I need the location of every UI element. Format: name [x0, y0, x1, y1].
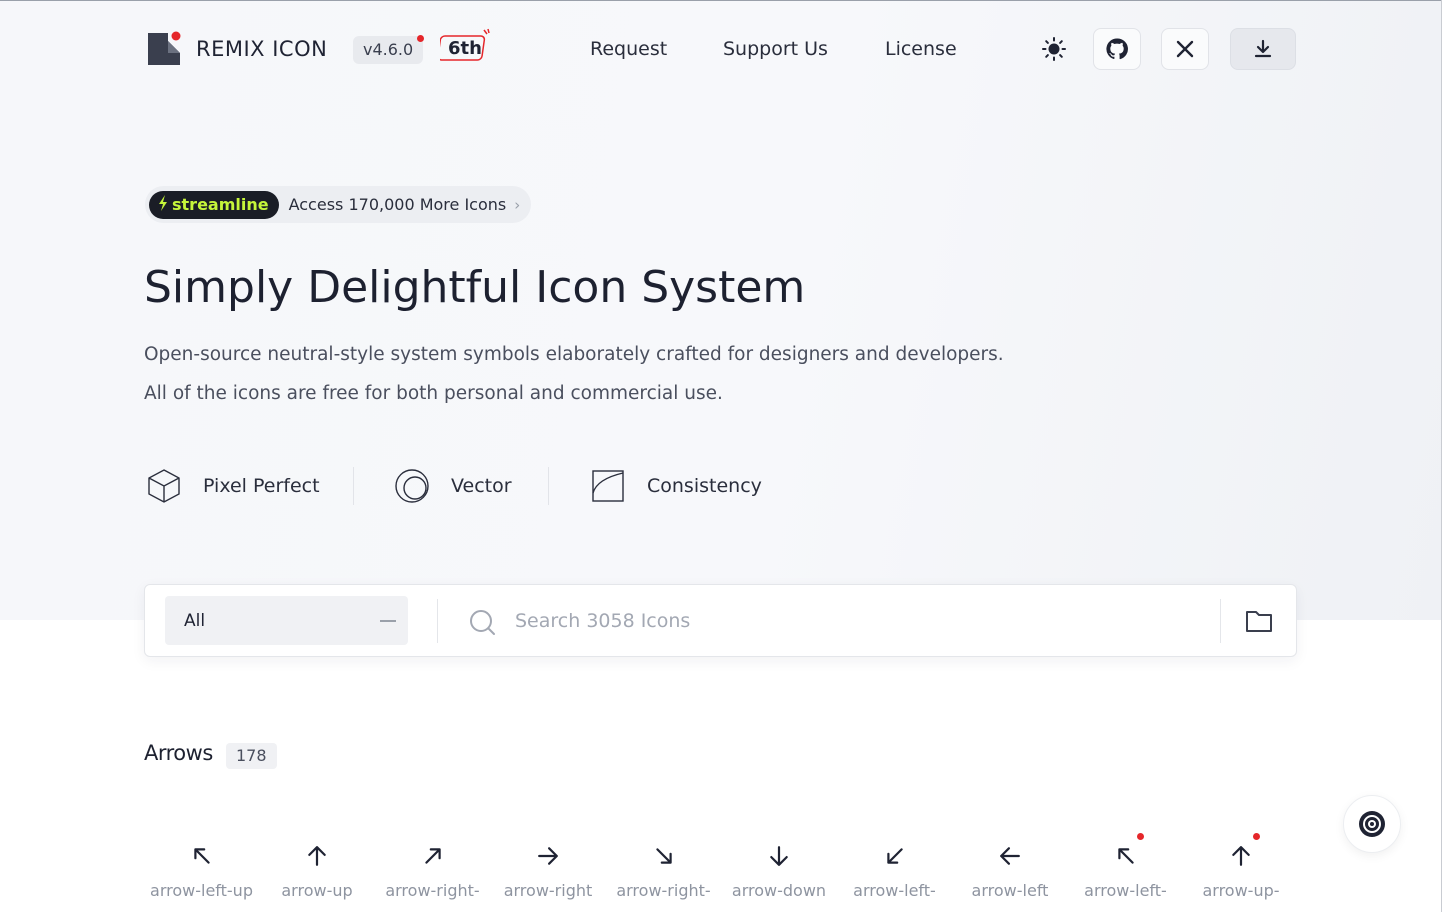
camera-lens-icon	[1359, 811, 1385, 837]
feature-divider	[353, 467, 354, 505]
hero-description-2: All of the icons are free for both perso…	[144, 383, 723, 404]
download-icon	[1254, 39, 1272, 58]
logo-link[interactable]: REMIX ICON	[146, 31, 327, 67]
promo-text: Access 170,000 More Icons	[288, 195, 507, 214]
remix-logo-icon	[146, 31, 182, 67]
icon-name-label: arrow-left-up	[150, 881, 253, 900]
arrow-left-up-icon	[1117, 848, 1134, 864]
feature-consistency: Consistency	[589, 467, 762, 505]
icon-name-label: arrow-up	[281, 881, 353, 900]
x-social-button[interactable]	[1161, 28, 1209, 70]
nav-license[interactable]: License	[885, 38, 957, 60]
search-input[interactable]	[515, 607, 1195, 635]
new-icon-dot	[1137, 833, 1144, 840]
feature-label: Vector	[451, 475, 512, 497]
arrow-up-icon	[1232, 846, 1250, 866]
icon-card-right[interactable]: arrow-right	[491, 845, 606, 900]
anniversary-badge[interactable]: 6th	[437, 28, 492, 66]
vector-circle-icon	[395, 469, 429, 503]
github-button[interactable]	[1093, 28, 1141, 70]
arrow-up-icon	[308, 846, 326, 866]
streamline-promo-link[interactable]: streamline Access 170,000 More Icons ›	[145, 186, 531, 223]
icon-card-right-down[interactable]: arrow-right-	[606, 845, 721, 900]
arrow-right-down-icon	[655, 848, 672, 864]
category-value: All	[184, 611, 206, 631]
svg-text:6th: 6th	[448, 38, 482, 59]
square-consistency-icon	[592, 470, 624, 502]
feature-vector: Vector	[393, 467, 512, 505]
nav-support-us[interactable]: Support Us	[723, 38, 828, 60]
chevron-right-icon: ›	[514, 195, 521, 214]
icon-name-label: arrow-left	[971, 881, 1049, 900]
arrow-down-icon	[770, 846, 788, 866]
icon-card-left-down[interactable]: arrow-left-	[837, 845, 952, 900]
page-title: Simply Delightful Icon System	[144, 262, 806, 313]
nav-request[interactable]: Request	[590, 38, 667, 60]
cube-icon	[148, 469, 180, 503]
hero-description-1: Open-source neutral-style system symbols…	[144, 344, 1004, 365]
arrow-left-icon	[1000, 847, 1020, 865]
feature-divider	[548, 467, 549, 505]
streamline-label: streamline	[172, 195, 269, 214]
section-title: Arrows	[144, 741, 213, 765]
arrow-left-up-icon	[193, 848, 210, 864]
icon-name-label: arrow-right	[503, 881, 593, 900]
collapse-icon	[380, 620, 396, 622]
download-button[interactable]	[1230, 28, 1296, 70]
icon-card-right-up[interactable]: arrow-right-	[375, 845, 490, 900]
icon-name-label: arrow-right-	[616, 881, 711, 900]
icon-card-down[interactable]: arrow-down	[722, 845, 837, 900]
version-badge: v4.6.0	[353, 36, 424, 64]
sun-icon	[1042, 37, 1066, 61]
icon-card-left-up[interactable]: arrow-left-	[1068, 833, 1183, 900]
window-top-edge	[0, 0, 1442, 1]
brand-name: REMIX ICON	[196, 37, 328, 61]
streamline-badge: streamline	[149, 190, 279, 219]
icon-card-up[interactable]: arrow-up	[260, 845, 375, 900]
icon-name-label: arrow-right-	[385, 881, 480, 900]
arrow-right-up-icon	[424, 848, 441, 864]
bolt-icon	[157, 194, 169, 216]
new-icon-dot	[1252, 833, 1260, 840]
version-new-dot	[417, 35, 424, 42]
icon-name-label: arrow-up-	[1202, 881, 1280, 900]
arrow-left-down-icon	[886, 848, 903, 864]
feature-label: Pixel Perfect	[203, 475, 320, 497]
arrow-right-icon	[538, 847, 558, 865]
search-divider	[1220, 599, 1221, 643]
icon-card-left-up[interactable]: arrow-left-up	[144, 845, 259, 900]
feature-label: Consistency	[647, 475, 762, 497]
x-icon	[1176, 40, 1194, 58]
search-divider	[437, 599, 438, 643]
icon-name-label: arrow-down	[731, 881, 827, 900]
category-select[interactable]: All	[165, 596, 408, 645]
icon-name-label: arrow-left-	[1084, 881, 1167, 900]
floating-action-button[interactable]	[1343, 795, 1401, 853]
search-icon	[470, 610, 495, 635]
github-icon	[1106, 38, 1128, 60]
icon-card-up[interactable]: arrow-up-	[1184, 833, 1299, 900]
search-bar: All	[144, 584, 1297, 657]
section-count-badge: 178	[226, 743, 277, 769]
folder-icon[interactable]	[1245, 609, 1273, 633]
feature-pixel-perfect: Pixel Perfect	[145, 467, 320, 505]
theme-toggle-button[interactable]	[1030, 28, 1078, 70]
icon-card-left[interactable]: arrow-left	[953, 845, 1068, 900]
icon-name-label: arrow-left-	[853, 881, 936, 900]
